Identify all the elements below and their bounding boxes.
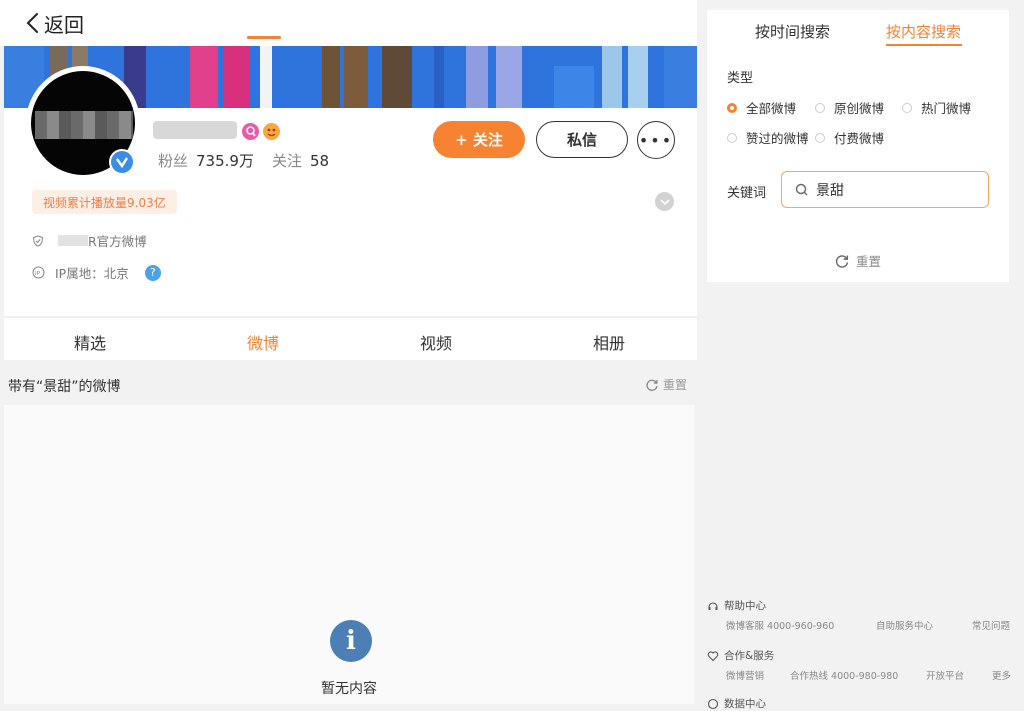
search-tab-indicator [886, 44, 962, 46]
help-icon[interactable]: ? [144, 264, 161, 281]
radio-label: 全部微博 [746, 101, 797, 116]
play-count-badge: 视频累计播放量9.03亿 [32, 190, 177, 214]
more-options-button[interactable]: ••• [637, 121, 675, 159]
username-blurred [153, 121, 237, 139]
footer-link[interactable]: 微博营销 [726, 668, 764, 682]
results-reset-label: 重置 [663, 378, 688, 392]
results-title: 带有“景甜”的微博 [8, 379, 121, 395]
radio-hot-weibo[interactable]: 热门微博 [902, 98, 971, 117]
tab-album[interactable]: 相册 [593, 330, 625, 354]
level-badge-icon [263, 123, 280, 140]
expand-info-icon[interactable] [655, 192, 674, 211]
ip-icon: IP [32, 266, 45, 279]
official-text: R官方微博 [88, 234, 147, 249]
active-tab-indicator [247, 36, 281, 39]
tab-featured[interactable]: 精选 [74, 330, 106, 354]
radio-empty-icon [902, 102, 912, 113]
radio-empty-icon [815, 132, 825, 143]
footer-link[interactable]: 微博客服 4000-960-960 [726, 618, 834, 632]
heart-icon [707, 650, 719, 661]
following-count[interactable]: 58 [310, 152, 329, 170]
official-info-row: R官方微博 [32, 231, 147, 250]
profile-stats: 粉丝 735.9万 关注 58 [158, 150, 347, 171]
footer-link[interactable]: 自助服务中心 [876, 618, 933, 632]
radio-original-weibo[interactable]: 原创微博 [815, 98, 884, 117]
ip-location-text: IP属地：北京 [55, 266, 129, 281]
radio-liked-weibo[interactable]: 赞过的微博 [727, 128, 809, 147]
footer-link[interactable]: 合作热线 4000-980-980 [790, 668, 898, 682]
verified-icon [109, 149, 135, 175]
radio-label: 原创微博 [834, 101, 885, 116]
tab-search-by-content[interactable]: 按内容搜索 [886, 21, 961, 42]
tab-weibo[interactable]: 微博 [247, 330, 279, 354]
svg-text:IP: IP [35, 271, 41, 277]
top-bar [0, 0, 697, 46]
ip-location-row: IP IP属地：北京 ? [32, 263, 161, 282]
tab-search-by-time[interactable]: 按时间搜索 [755, 21, 830, 42]
radio-empty-icon [727, 132, 737, 143]
member-badge-icon [242, 123, 259, 140]
following-label: 关注 [271, 152, 302, 170]
refresh-icon [646, 379, 658, 391]
keyword-label: 关键词 [727, 186, 767, 201]
avatar-blur [35, 111, 133, 139]
footer-link[interactable]: 开放平台 [926, 668, 964, 682]
radio-selected-icon [727, 102, 737, 113]
search-reset-button[interactable]: 重置 [834, 251, 881, 270]
search-icon [795, 183, 808, 195]
results-reset-button[interactable]: 重置 [645, 376, 687, 393]
help-center-label: 帮助中心 [724, 600, 766, 612]
radio-label: 赞过的微博 [746, 131, 809, 146]
radio-empty-icon [815, 102, 825, 113]
follow-button[interactable]: + 关注 [433, 121, 525, 158]
refresh-icon [835, 254, 849, 268]
keyword-input[interactable] [816, 181, 966, 198]
message-button[interactable]: 私信 [536, 121, 628, 158]
type-label: 类型 [727, 71, 754, 86]
keyword-field[interactable] [781, 171, 989, 208]
radio-paid-weibo[interactable]: 付费微博 [815, 128, 884, 147]
headset-icon [708, 601, 718, 610]
tab-video[interactable]: 视频 [420, 330, 452, 354]
empty-state-text: 暂无内容 [321, 681, 377, 697]
radio-all-weibo[interactable]: 全部微博 [727, 98, 796, 117]
fans-count[interactable]: 735.9万 [196, 152, 254, 170]
shield-icon [32, 234, 44, 247]
help-center-heading[interactable]: 帮助中心 [707, 598, 766, 613]
footer-link[interactable]: 更多 [992, 668, 1011, 682]
back-chevron-icon[interactable] [22, 11, 46, 35]
search-reset-label: 重置 [856, 254, 882, 269]
coop-service-heading[interactable]: 合作&服务 [707, 648, 774, 663]
back-button[interactable]: 返回 [44, 9, 84, 38]
profile-tabs: 精选 微博 视频 相册 [4, 317, 697, 360]
radio-label: 付费微博 [834, 131, 885, 146]
fans-label: 粉丝 [158, 152, 189, 170]
radio-label: 热门微博 [921, 101, 972, 116]
official-name-blurred [58, 235, 88, 246]
footer-link[interactable]: 常见问题 [972, 618, 1010, 632]
info-icon: i [330, 620, 372, 662]
coop-service-label: 合作&服务 [724, 650, 775, 662]
